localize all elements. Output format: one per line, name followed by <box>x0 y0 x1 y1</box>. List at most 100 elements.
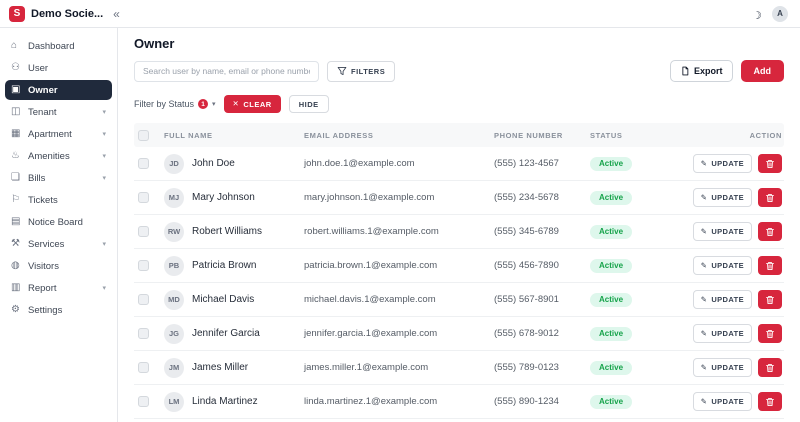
visitors-icon: ◍ <box>11 261 22 271</box>
sidebar-item-user[interactable]: ⚇User <box>5 58 112 78</box>
delete-button[interactable] <box>758 290 782 309</box>
sidebar-item-label: Services <box>28 239 64 250</box>
funnel-icon <box>337 66 347 76</box>
table-row: JMJames Millerjames.miller.1@example.com… <box>134 351 784 385</box>
pencil-icon: ✎ <box>701 398 708 406</box>
update-button[interactable]: ✎UPDATE <box>693 358 752 377</box>
update-button[interactable]: ✎UPDATE <box>693 392 752 411</box>
topbar-right: ☾ A <box>752 6 788 22</box>
update-button[interactable]: ✎UPDATE <box>693 256 752 275</box>
row-checkbox[interactable] <box>138 226 149 237</box>
delete-button[interactable] <box>758 392 782 411</box>
delete-button[interactable] <box>758 324 782 343</box>
row-avatar: PB <box>164 256 184 276</box>
search-input[interactable] <box>134 61 319 82</box>
table-header: FULL NAME EMAIL ADDRESS PHONE NUMBER STA… <box>134 123 784 147</box>
update-button[interactable]: ✎UPDATE <box>693 154 752 173</box>
owner-email: robert.williams.1@example.com <box>304 226 494 237</box>
tickets-icon: ⚐ <box>11 195 22 205</box>
sidebar-item-label: Tickets <box>28 195 58 206</box>
dark-mode-toggle-icon[interactable]: ☾ <box>752 8 762 19</box>
owner-phone: (555) 234-5678 <box>494 192 590 203</box>
dashboard-icon: ⌂ <box>11 41 22 51</box>
owner-icon: ▣ <box>11 85 22 95</box>
col-email: EMAIL ADDRESS <box>304 131 494 140</box>
owner-name: Robert Williams <box>192 226 262 237</box>
sidebar-item-settings[interactable]: ⚙Settings <box>5 300 112 320</box>
row-checkbox[interactable] <box>138 396 149 407</box>
row-checkbox[interactable] <box>138 328 149 339</box>
owner-email: jennifer.garcia.1@example.com <box>304 328 494 339</box>
sidebar-item-label: Visitors <box>28 261 59 272</box>
trash-icon <box>765 159 775 169</box>
trash-icon <box>765 295 775 305</box>
sidebar-item-label: Dashboard <box>28 41 74 52</box>
update-button[interactable]: ✎UPDATE <box>693 324 752 343</box>
row-checkbox[interactable] <box>138 362 149 373</box>
sidebar-item-report[interactable]: ▥Report▾ <box>5 278 112 298</box>
filter-count-badge: 1 <box>198 99 208 109</box>
close-icon: ✕ <box>233 100 240 108</box>
update-button[interactable]: ✎UPDATE <box>693 188 752 207</box>
owner-email: james.miller.1@example.com <box>304 362 494 373</box>
status-badge: Active <box>590 361 632 375</box>
status-badge: Active <box>590 259 632 273</box>
owner-name: Patricia Brown <box>192 260 256 271</box>
sidebar-item-amenities[interactable]: ♨Amenities▾ <box>5 146 112 166</box>
chevron-down-icon: ▾ <box>102 109 106 116</box>
sidebar-item-tenant[interactable]: ◫Tenant▾ <box>5 102 112 122</box>
owner-phone: (555) 567-8901 <box>494 294 590 305</box>
delete-button[interactable] <box>758 188 782 207</box>
sidebar-item-services[interactable]: ⚒Services▾ <box>5 234 112 254</box>
row-avatar: MD <box>164 290 184 310</box>
delete-button[interactable] <box>758 222 782 241</box>
sidebar-item-owner[interactable]: ▣Owner <box>5 80 112 100</box>
chevron-down-icon: ▾ <box>102 241 106 248</box>
sidebar-collapse-icon[interactable]: « <box>113 8 120 20</box>
owner-email: michael.davis.1@example.com <box>304 294 494 305</box>
col-phone: PHONE NUMBER <box>494 131 590 140</box>
col-status: STATUS <box>590 131 674 140</box>
export-button[interactable]: Export <box>670 60 733 82</box>
owner-phone: (555) 678-9012 <box>494 328 590 339</box>
sidebar-item-apartment[interactable]: ▦Apartment▾ <box>5 124 112 144</box>
sidebar-item-bills[interactable]: ❏Bills▾ <box>5 168 112 188</box>
hide-filters-button[interactable]: HIDE <box>289 95 329 113</box>
sidebar-item-visitors[interactable]: ◍ Visitors <box>5 256 112 276</box>
delete-button[interactable] <box>758 256 782 275</box>
owner-name: John Doe <box>192 158 235 169</box>
clear-filters-button[interactable]: ✕ CLEAR <box>224 95 281 113</box>
filters-button[interactable]: FILTERS <box>327 61 395 82</box>
trash-icon <box>765 397 775 407</box>
user-icon: ⚇ <box>11 63 22 73</box>
add-button[interactable]: Add <box>741 60 785 82</box>
chevron-down-icon: ▾ <box>102 175 106 182</box>
filter-by-status-label: Filter by Status <box>134 99 194 109</box>
delete-button[interactable] <box>758 154 782 173</box>
select-all-checkbox[interactable] <box>138 130 149 141</box>
delete-button[interactable] <box>758 358 782 377</box>
owner-name: Mary Johnson <box>192 192 255 203</box>
table-row: PB Patricia Brown patricia.brown.1@example… <box>134 249 784 283</box>
chevron-down-icon: ▾ <box>102 153 106 160</box>
update-button[interactable]: ✎UPDATE <box>693 222 752 241</box>
sidebar-item-tickets[interactable]: ⚐ Tickets <box>5 190 112 210</box>
owner-email: patricia.brown.1@example.com <box>304 260 494 271</box>
row-checkbox[interactable] <box>138 294 149 305</box>
row-checkbox[interactable] <box>138 192 149 203</box>
pencil-icon: ✎ <box>701 262 708 270</box>
status-badge: Active <box>590 225 632 239</box>
row-checkbox[interactable] <box>138 260 149 271</box>
filter-by-status-dropdown[interactable]: Filter by Status 1 ▾ <box>134 99 216 109</box>
sidebar-item-label: Report <box>28 283 57 294</box>
row-checkbox[interactable] <box>138 158 149 169</box>
sidebar-item-notice-board[interactable]: ▤Notice Board <box>5 212 112 232</box>
update-button[interactable]: ✎UPDATE <box>693 290 752 309</box>
sidebar-item-label: Settings <box>28 305 62 316</box>
trash-icon <box>765 261 775 271</box>
sidebar-item-dashboard[interactable]: ⌂ Dashboard <box>5 36 112 56</box>
app-logo[interactable]: S <box>9 6 25 22</box>
brand-name: Demo Socie... <box>31 8 103 20</box>
user-avatar[interactable]: A <box>772 6 788 22</box>
row-avatar: JG <box>164 324 184 344</box>
